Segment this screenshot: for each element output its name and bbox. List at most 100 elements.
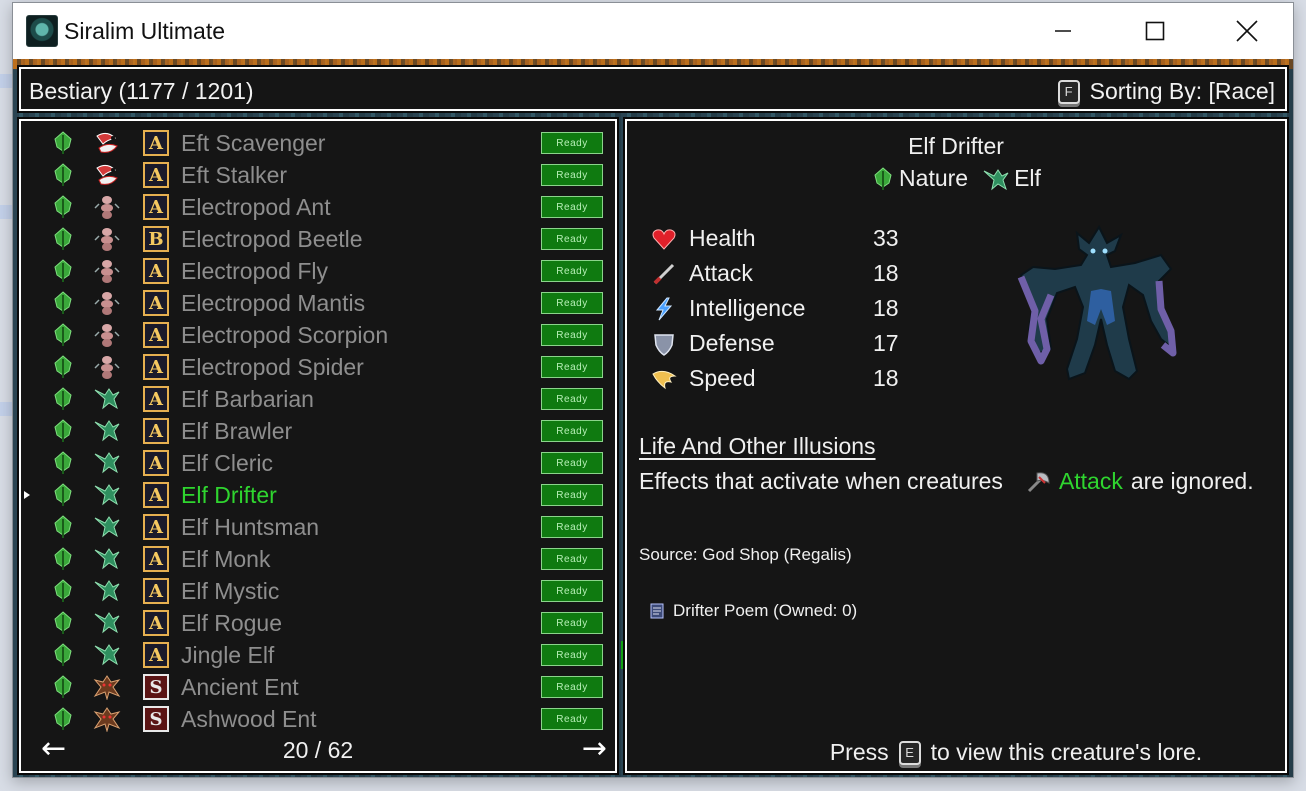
ready-badge: Ready (541, 260, 603, 282)
nature-class-icon (51, 515, 75, 539)
creature-row[interactable]: A Elf Huntsman Ready (21, 511, 615, 543)
ready-badge: Ready (541, 196, 603, 218)
tier-badge: A (143, 546, 169, 572)
creature-source: Source: God Shop (Regalis) (639, 545, 852, 564)
wing-icon (651, 366, 677, 392)
ready-badge: Ready (541, 132, 603, 154)
nature-class-icon (51, 163, 75, 187)
creature-row[interactable]: B Electropod Beetle Ready (21, 223, 615, 255)
stat-label: Attack (689, 260, 753, 286)
nature-class-icon (51, 387, 75, 411)
minimize-button[interactable] (1017, 3, 1109, 59)
creature-row[interactable]: A Elf Monk Ready (21, 543, 615, 575)
close-button[interactable] (1201, 3, 1293, 59)
trait-keyword: Attack (1058, 468, 1123, 494)
bestiary-header: Bestiary (1177 / 1201) F Sorting By: [Ra… (17, 65, 1289, 113)
trait-text-end: are ignored. (1130, 468, 1254, 494)
electropod-race-icon (93, 354, 121, 380)
creature-name: Electropod Fly (181, 257, 329, 284)
nature-class-icon (51, 195, 75, 219)
creature-row[interactable]: A Electropod Spider Ready (21, 351, 615, 383)
trait-text-start: Effects that activate when creatures (639, 468, 1003, 494)
electropod-race-icon (93, 226, 121, 252)
lightning-icon (651, 296, 677, 322)
keyboard-key-icon[interactable]: F (1057, 79, 1080, 104)
tier-badge: A (143, 354, 169, 380)
nature-class-icon (51, 707, 75, 731)
tier-badge: A (143, 642, 169, 668)
bestiary-title: Bestiary (1177 / 1201) (29, 78, 254, 104)
eft-race-icon (93, 162, 121, 188)
electropod-race-icon (93, 258, 121, 284)
creature-name: Electropod Ant (181, 193, 331, 220)
creature-name: Eft Scavenger (181, 129, 326, 156)
ready-badge: Ready (541, 388, 603, 410)
stat-label: Intelligence (689, 295, 806, 321)
tier-badge: A (143, 290, 169, 316)
creature-row[interactable]: A Electropod Scorpion Ready (21, 319, 615, 351)
elf-race-icon (93, 418, 121, 444)
creature-name: Elf Brawler (181, 417, 293, 444)
tier-badge: A (143, 322, 169, 348)
nature-class-icon (51, 259, 75, 283)
creature-row[interactable]: A Elf Brawler Ready (21, 415, 615, 447)
game-area: Bestiary (1177 / 1201) F Sorting By: [Ra… (13, 59, 1293, 777)
title-bar[interactable]: Siralim Ultimate (13, 3, 1293, 59)
nature-class-icon (51, 547, 75, 571)
creature-row[interactable]: A Elf Rogue Ready (21, 607, 615, 639)
ready-badge: Ready (541, 676, 603, 698)
ready-badge: Ready (541, 612, 603, 634)
creature-row[interactable]: A Jingle Elf Ready (21, 639, 615, 671)
tier-badge: A (143, 418, 169, 444)
material-label: Drifter Poem (Owned: 0) (673, 601, 858, 620)
creature-list: A Eft Scavenger Ready A Eft Stalker Ready A Ele… (17, 117, 629, 775)
ready-badge: Ready (541, 580, 603, 602)
maximize-button[interactable] (1109, 3, 1201, 59)
creature-row[interactable]: A Eft Scavenger Ready (21, 127, 615, 159)
nature-class-icon (51, 291, 75, 315)
sort-label[interactable]: Sorting By: [Race] (1090, 78, 1275, 105)
nature-class-icon (874, 166, 892, 190)
stat-row: Defense 17 (651, 326, 911, 361)
creature-name: Eft Stalker (181, 161, 288, 188)
creature-row[interactable]: A Electropod Ant Ready (21, 191, 615, 223)
creature-row[interactable]: A Eft Stalker Ready (21, 159, 615, 191)
creature-name: Elf Monk (181, 545, 271, 572)
stat-value: 18 (873, 260, 899, 286)
creature-name: Electropod Scorpion (181, 321, 389, 348)
nature-class-icon (51, 675, 75, 699)
next-page-arrow[interactable]: → (582, 731, 607, 766)
creature-row[interactable]: A Elf Barbarian Ready (21, 383, 615, 415)
stat-row: Speed 18 (651, 361, 911, 396)
elf-race-icon (93, 578, 121, 604)
creature-detail: Elf Drifter Nature Elf Health 33 Attack 18 I… (623, 117, 1289, 775)
creature-row[interactable]: A Electropod Mantis Ready (21, 287, 615, 319)
ready-badge: Ready (541, 228, 603, 250)
trait-description: Effects that activate when creatures Att… (639, 468, 1254, 495)
race-label: Elf (1014, 165, 1041, 191)
creature-row[interactable]: S Ancient Ent Ready (21, 671, 615, 703)
ent-race-icon (93, 674, 121, 701)
ready-badge: Ready (541, 292, 603, 314)
creature-row[interactable]: A Elf Drifter Ready (21, 479, 615, 511)
minimize-icon (1055, 30, 1071, 32)
stat-label: Defense (689, 330, 775, 356)
ready-badge: Ready (541, 420, 603, 442)
keyboard-key-icon[interactable]: E (898, 740, 921, 765)
nature-class-icon (51, 131, 75, 155)
material-item: Drifter Poem (Owned: 0) (649, 601, 857, 621)
creature-row[interactable]: A Electropod Fly Ready (21, 255, 615, 287)
tier-badge: A (143, 162, 169, 188)
creature-sprite (1017, 224, 1177, 381)
ready-badge: Ready (541, 356, 603, 378)
creature-row[interactable]: A Elf Mystic Ready (21, 575, 615, 607)
stat-row: Intelligence 18 (651, 291, 911, 326)
nature-class-icon (51, 451, 75, 475)
trait-name: Life And Other Illusions (639, 433, 876, 459)
lore-hint-text: to view this creature's lore. (930, 739, 1203, 765)
creature-name: Electropod Beetle (181, 225, 363, 252)
lore-press-text: Press (829, 739, 889, 765)
creature-row[interactable]: A Elf Cleric Ready (21, 447, 615, 479)
stat-label: Speed (689, 365, 756, 391)
elf-race-icon (93, 642, 121, 668)
